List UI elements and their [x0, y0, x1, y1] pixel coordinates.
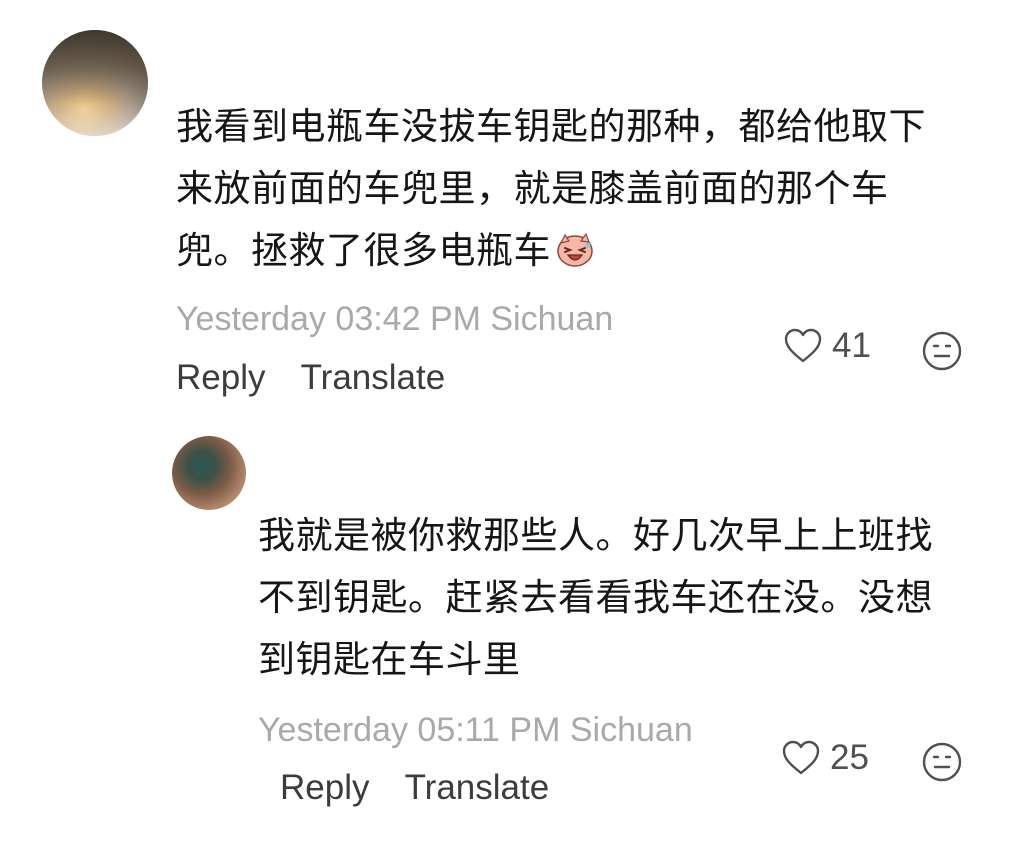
- comment-line: 我看到电瓶车没拔车钥匙的那种，都给他取下: [176, 105, 926, 148]
- dislike-button[interactable]: [921, 741, 963, 787]
- heart-outline-icon: [782, 740, 820, 775]
- comment-timestamp-location: Yesterday 03:42 PM Sichuan: [176, 300, 614, 338]
- comment-thread: 我看到电瓶车没拔车钥匙的那种，都给他取下 来放前面的车兜里，就是膝盖前面的那个车…: [0, 0, 1024, 856]
- comment-body: 我看到电瓶车没拔车钥匙的那种，都给他取下 来放前面的车兜里，就是膝盖前面的那个车…: [176, 96, 986, 282]
- like-button[interactable]: 25: [782, 738, 869, 778]
- comment-line: 来放前面的车兜里，就是膝盖前面的那个车: [176, 167, 889, 210]
- avatar[interactable]: [42, 30, 148, 136]
- heart-outline-icon: [784, 328, 822, 363]
- neutral-face-icon: [922, 742, 962, 782]
- neutral-face-icon: [922, 331, 962, 371]
- like-button[interactable]: 41: [784, 326, 871, 366]
- dislike-button[interactable]: [921, 330, 963, 376]
- comment-actions: Reply Translate: [280, 768, 575, 808]
- like-count: 25: [830, 738, 869, 777]
- comment-line: 到钥匙在车斗里: [258, 638, 521, 681]
- avatar[interactable]: [172, 436, 246, 510]
- reply-button[interactable]: Reply: [280, 768, 369, 807]
- translate-button[interactable]: Translate: [301, 358, 446, 397]
- comment-line-text: 兜。拯救了很多电瓶车: [176, 229, 551, 272]
- laughing-face-emoji-icon: [557, 232, 593, 267]
- comment-line: 兜。拯救了很多电瓶车: [176, 220, 986, 282]
- comment-body: 我就是被你救那些人。好几次早上上班找 不到钥匙。赶紧去看看我车还在没。没想 到钥…: [258, 505, 988, 691]
- comment-actions: Reply Translate: [176, 358, 471, 398]
- like-count: 41: [832, 326, 871, 365]
- comment-line: 不到钥匙。赶紧去看看我车还在没。没想: [258, 576, 933, 619]
- comment-timestamp-location: Yesterday 05:11 PM Sichuan: [258, 711, 693, 749]
- comment-line: 我就是被你救那些人。好几次早上上班找: [258, 514, 933, 557]
- translate-button[interactable]: Translate: [405, 768, 550, 807]
- reply-button[interactable]: Reply: [176, 358, 265, 397]
